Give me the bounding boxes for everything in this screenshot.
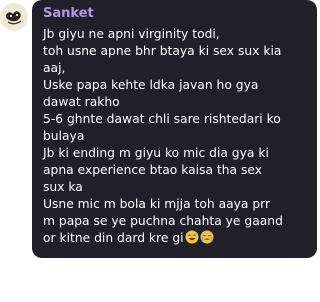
message-line: Jb giyu ne apni virginity todi, (43, 27, 220, 41)
message-bubble[interactable]: Sanket Jb giyu ne apni virginity todi, t… (32, 0, 317, 258)
message-line-last-text: or kitne din dard kre gi (43, 231, 184, 245)
message-text: Jb giyu ne apni virginity todi, toh usne… (43, 26, 309, 247)
message-line: sux ka (43, 180, 83, 194)
profile-avatar-icon[interactable] (0, 3, 28, 31)
sender-name[interactable]: Sanket (43, 5, 309, 23)
chat-message-screen: Sanket Jb giyu ne apni virginity todi, t… (0, 0, 320, 302)
message-line: bulaya (43, 129, 85, 143)
message-line: Usne mic m bola ki mjja toh aaya prr (43, 197, 271, 211)
message-line: m papa se ye puchna chahta ye gaand (43, 214, 283, 228)
message-line: toh usne apne bhr btaya ki sex sux kia (43, 44, 282, 58)
message-line: 5-6 ghnte dawat chli sare rishtedari ko (43, 112, 281, 126)
message-line: apna experience btao kaisa tha sex (43, 163, 263, 177)
crying-emoji-icon (200, 230, 214, 244)
message-line: dawat rakho (43, 95, 120, 109)
message-line-last: or kitne din dard kre gi (43, 230, 309, 247)
message-line: aaj, (43, 61, 66, 75)
message-line: Uske papa kehte ldka javan ho gya (43, 78, 259, 92)
sweat-smile-emoji-icon (185, 230, 199, 244)
message-line: Jb ki ending m giyu ko mic dia gya ki (43, 146, 269, 160)
